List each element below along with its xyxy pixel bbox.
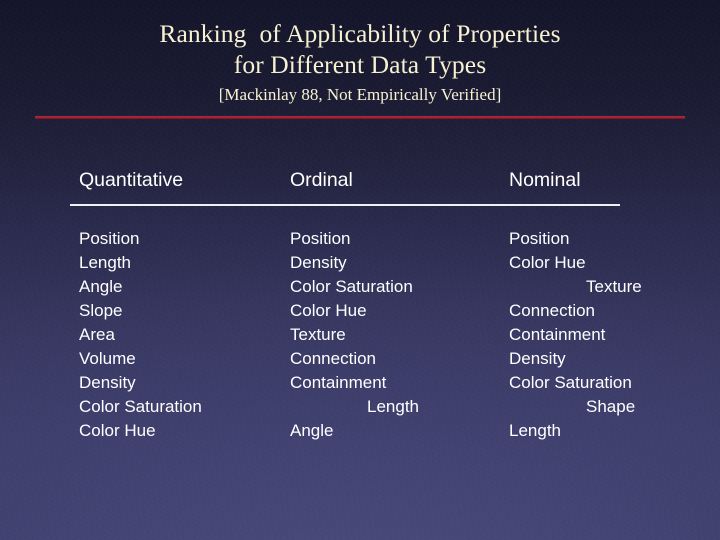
column-header-nominal: Nominal [509, 169, 581, 191]
list-item: Position [290, 229, 351, 248]
list-item: Shape [586, 397, 636, 416]
table-body-row: Position Length Angle Slope Area Volume … [79, 227, 679, 459]
slide-title-block: Ranking of Applicability of Properties f… [0, 18, 720, 106]
list-item: Connection [509, 301, 596, 320]
list-item: Color Saturation [79, 397, 202, 416]
list-item: Containment [290, 373, 387, 392]
list-item: Color Hue [509, 253, 586, 272]
list-item: Texture [290, 325, 346, 344]
column-header-quantitative: Quantitative [79, 169, 184, 191]
title-divider-rule [35, 116, 685, 119]
slide-title-line-1: Ranking of Applicability of Properties [159, 19, 561, 48]
list-item: Density [79, 373, 136, 392]
list-item: Length [79, 253, 131, 272]
list-item: Color Hue [290, 301, 367, 320]
slide-subtitle-citation: [Mackinlay 88, Not Empirically Verified] [218, 85, 502, 104]
list-item: Color Saturation [290, 277, 413, 296]
list-item: Slope [79, 301, 123, 320]
list-item: Texture [586, 277, 642, 296]
properties-table: Quantitative Ordinal Nominal Position Le… [70, 168, 679, 459]
list-item: Density [290, 253, 347, 272]
list-item: Position [79, 229, 140, 248]
table-header-row: Quantitative Ordinal Nominal [70, 168, 679, 206]
column-list-ordinal: Position Density Color Saturation Color … [290, 227, 419, 443]
list-item: Length [367, 397, 419, 416]
table-header-underline [70, 204, 620, 206]
column-list-quantitative: Position Length Angle Slope Area Volume … [79, 227, 202, 443]
presentation-slide: Ranking of Applicability of Properties f… [0, 0, 720, 540]
list-item: Volume [79, 349, 136, 368]
column-header-ordinal: Ordinal [290, 169, 353, 191]
list-item: Position [509, 229, 570, 248]
column-list-nominal: Position Color Hue Texture Connection Co… [509, 227, 642, 443]
list-item: Area [79, 325, 115, 344]
list-item: Length [509, 421, 561, 440]
list-item: Angle [290, 421, 334, 440]
list-item: Containment [509, 325, 606, 344]
list-item: Density [509, 349, 566, 368]
list-item: Color Hue [79, 421, 156, 440]
list-item: Color Saturation [509, 373, 632, 392]
list-item: Angle [79, 277, 123, 296]
list-item: Connection [290, 349, 377, 368]
slide-title-line-2: for Different Data Types [233, 50, 487, 79]
